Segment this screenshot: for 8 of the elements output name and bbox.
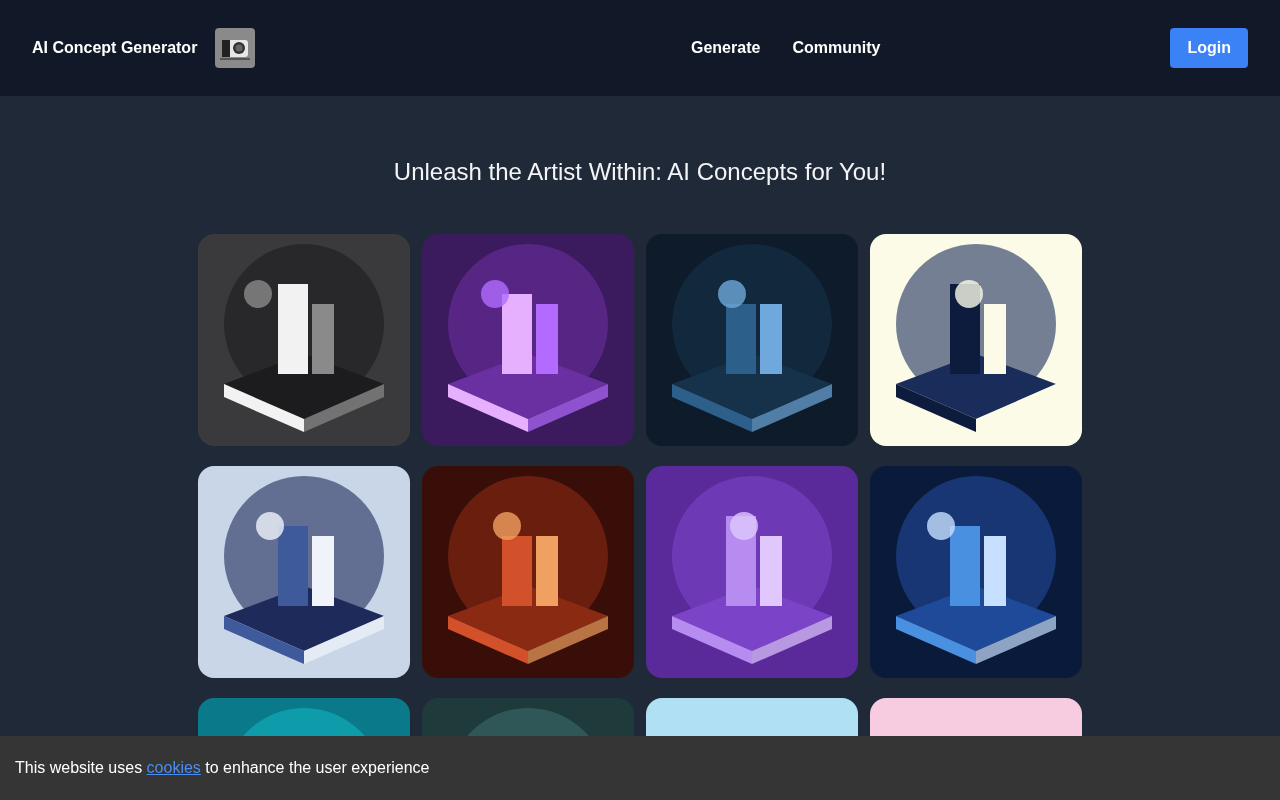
page-heading: Unleash the Artist Within: AI Concepts for You! xyxy=(393,158,887,186)
login-button[interactable]: Login xyxy=(1170,28,1248,68)
nav-link[interactable]: Community xyxy=(792,39,881,57)
cookies-link[interactable]: cookies xyxy=(146,759,201,776)
nav-link[interactable]: Generate xyxy=(691,39,761,57)
brand-name[interactable]: AI Concept Generator xyxy=(32,39,198,57)
cookie-notice: This website uses cookies to enhance the user experience xyxy=(15,759,430,777)
camera-icon xyxy=(215,28,256,68)
